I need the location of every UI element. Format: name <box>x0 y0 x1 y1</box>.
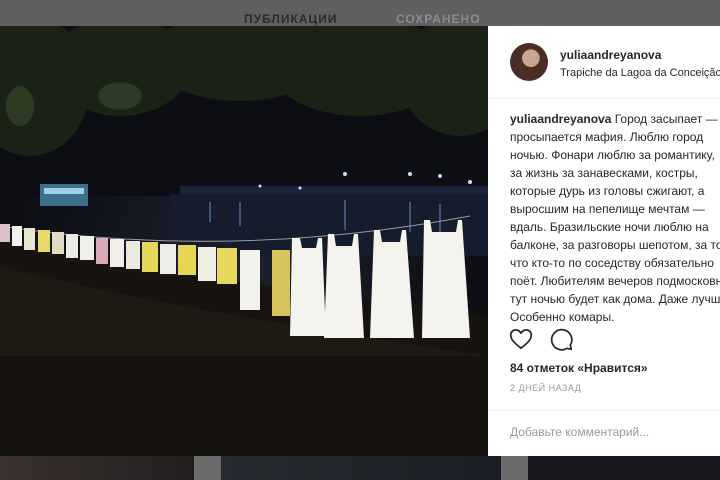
caption-text-line: выросшим на пепелище мечтам — <box>510 202 705 216</box>
tab-posts[interactable]: ПУБЛИКАЦИИ <box>244 12 337 26</box>
comment-icon[interactable] <box>548 326 574 352</box>
post-author-username[interactable]: yuliaandreyanova <box>560 48 661 62</box>
tab-saved[interactable]: СОХРАНЕНО <box>396 12 481 26</box>
profile-grid <box>0 456 720 480</box>
caption-text-line: вдаль. Бразильские ночи люблю на <box>510 220 709 234</box>
post-photo <box>0 26 488 456</box>
caption-text-line: Особенно комары. <box>510 310 615 324</box>
caption-username[interactable]: yuliaandreyanova <box>510 112 611 126</box>
post-header: yuliaandreyanova Trapiche da Lagoa da Co… <box>488 26 720 99</box>
caption-text-line: ночью. Фонари люблю за романтику, <box>510 148 715 162</box>
caption-text-line: Город засыпает — <box>611 112 718 126</box>
caption-text-line: что кто-то по соседству обязательно <box>510 256 714 270</box>
caption-text-line: просыпается мафия. Люблю город <box>510 130 704 144</box>
grid-thumbnail[interactable] <box>221 456 501 480</box>
post-modal: yuliaandreyanova Trapiche da Lagoa da Co… <box>0 26 720 456</box>
add-comment-section <box>488 410 720 456</box>
profile-tabs: ПУБЛИКАЦИИ СОХРАНЕНО <box>0 0 720 28</box>
comment-input[interactable] <box>510 421 710 443</box>
night-clothesline-image <box>0 26 488 456</box>
likes-count[interactable]: 84 отметок «Нравится» <box>510 361 648 375</box>
caption-text-line: балконе, за разговоры шепотом, за то, <box>510 238 720 252</box>
post-actions <box>488 326 720 356</box>
caption-text-line: которые дурь из головы сжигают, а <box>510 184 705 198</box>
heart-icon[interactable] <box>508 326 534 352</box>
grid-thumbnail[interactable] <box>528 456 720 480</box>
grid-thumbnail[interactable] <box>0 456 194 480</box>
caption-text-line: тут ночью будет как дома. Даже лучше. <box>510 292 720 306</box>
avatar[interactable] <box>510 43 548 81</box>
post-details-panel: yuliaandreyanova Trapiche da Lagoa da Co… <box>488 26 720 456</box>
caption-text-line: поёт. Любителям вечеров подмосковных <box>510 274 720 288</box>
post-timestamp[interactable]: 2 ДНЕЙ НАЗАД <box>510 383 581 393</box>
post-location[interactable]: Trapiche da Lagoa da Conceição <box>560 67 720 79</box>
post-caption: yuliaandreyanova Город засыпает — просып… <box>510 110 720 326</box>
caption-text-line: за жизнь за занавесками, костры, <box>510 166 698 180</box>
